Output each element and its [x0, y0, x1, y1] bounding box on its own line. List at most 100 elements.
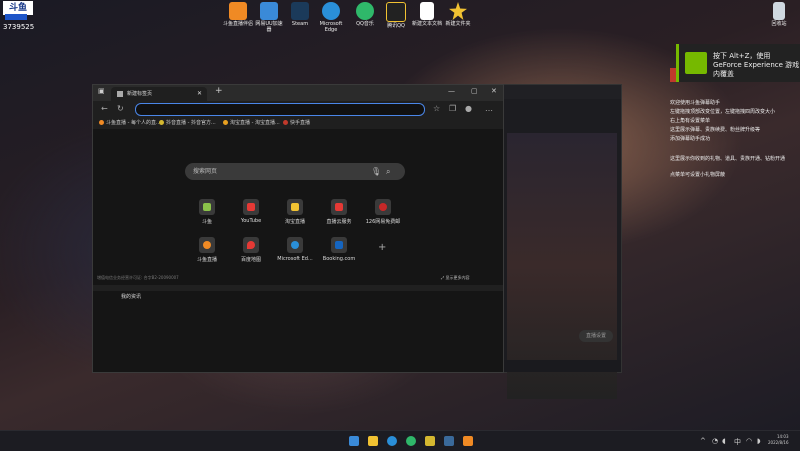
feed-divider: [93, 285, 503, 291]
edge-browser-window[interactable]: ▣ 新建标签页 ✕ + — ▢ ✕ ← ↻ ☆ ❐ ● … 斗鱼直播 - 每个人…: [92, 84, 504, 373]
desktop-icon-label: QQ音乐: [356, 21, 374, 27]
side-line-2: 右上角有设置菜单: [670, 118, 711, 124]
start-icon[interactable]: [349, 436, 359, 446]
side-line-5: 这里展示你收到的礼物、道具、贵族开通、钻粉开通: [670, 156, 786, 162]
quick-link-label: 斗鱼直播: [196, 257, 217, 263]
youtube-icon: [243, 199, 259, 215]
search-icon[interactable]: ⌕: [386, 163, 390, 180]
bookmark-0[interactable]: 斗鱼直播 - 每个人的直...: [99, 119, 161, 126]
desktop-icon-5[interactable]: 腾讯QQ: [381, 2, 411, 29]
file-explorer-icon[interactable]: [368, 436, 378, 446]
bookmark-favicon-icon: [159, 120, 164, 125]
douyu-taskbar-icon[interactable]: [463, 436, 473, 446]
quick-link-0[interactable]: 斗鱼: [187, 199, 227, 225]
tab-new[interactable]: 新建标签页 ✕: [111, 87, 207, 101]
new-tab-page: 搜索网页 🎙 ⌕ 斗鱼 YouTube 淘宝直播 直播云服务 126网易免费邮 …: [93, 129, 503, 372]
quick-link-3[interactable]: 直播云服务: [319, 199, 359, 225]
add-shortcut-icon[interactable]: +: [378, 242, 386, 253]
side-line-3: 这里展示弹幕、贵族续费、粉丝牌升级等: [670, 127, 761, 133]
volume-icon[interactable]: ◖: [722, 437, 726, 445]
live-settings-button[interactable]: 直播设置: [579, 330, 613, 342]
bookmark-label: 快手直播: [290, 120, 311, 126]
desktop-icon-label: 新建文件夹: [445, 21, 471, 27]
quick-link-label: 淘宝直播: [284, 219, 305, 225]
address-bar-row: ← ↻ ☆ ❐ ● …: [93, 101, 503, 117]
tab-title: 新建标签页: [127, 91, 153, 97]
desktop-icon-7[interactable]: 新建文件夹: [443, 2, 473, 27]
close-button[interactable]: ✕: [491, 87, 497, 95]
tray-overflow-icon[interactable]: ^: [700, 437, 706, 445]
new-tab-button[interactable]: +: [215, 86, 223, 96]
edge-taskbar-icon[interactable]: [387, 436, 397, 446]
quick-link-4[interactable]: 126网易免费邮: [363, 199, 403, 225]
profile-icon[interactable]: ●: [465, 104, 472, 113]
quick-link-label: YouTube: [240, 218, 262, 224]
more-menu-icon[interactable]: …: [485, 104, 493, 113]
search-placeholder: 搜索网页: [193, 168, 218, 175]
input-language[interactable]: 中: [734, 437, 741, 447]
desktop-icon-label: 新建文本文档: [412, 21, 443, 27]
map-pin-icon: [243, 237, 259, 253]
desktop-icon-4[interactable]: QQ音乐: [350, 2, 380, 27]
quick-link-5[interactable]: 斗鱼直播: [187, 237, 227, 263]
quick-link-label: 百度地图: [240, 257, 261, 263]
wifi-icon[interactable]: ◠: [746, 437, 752, 445]
desktop-icon-1[interactable]: 网易UU加速器: [254, 2, 284, 33]
clock[interactable]: 14:03 2022/8/16: [768, 434, 789, 446]
network-icon[interactable]: ◔: [712, 437, 718, 445]
quick-link-label: Booking.com: [322, 256, 356, 262]
recycle-bin[interactable]: 回收站: [764, 2, 794, 27]
my-feed-tab[interactable]: 我的资讯: [121, 293, 141, 300]
favorites-star-icon[interactable]: ☆: [433, 104, 440, 113]
side-line-1: 左键拖拽顶部改变位置，左键拖拽四周改变大小: [670, 109, 776, 115]
bookmark-label: 斗鱼直播 - 每个人的直...: [106, 120, 161, 126]
desktop-icon-label: Steam: [291, 21, 309, 27]
desktop-icon-6[interactable]: 新建文本文档: [412, 2, 442, 27]
tab-actions-icon[interactable]: ▣: [98, 87, 105, 95]
douyu-app-icon: [229, 2, 247, 20]
window-titlebar[interactable]: [501, 85, 621, 99]
douyu-logo-bar: [5, 14, 27, 20]
refresh-icon[interactable]: ↻: [117, 104, 124, 113]
toast-text: 按下 Alt+Z，使用 GeForce Experience 游戏内覆盖: [713, 52, 800, 78]
steam-taskbar-icon[interactable]: [444, 436, 454, 446]
booking-icon: [331, 237, 347, 253]
quick-link-7[interactable]: Microsoft Ed...: [275, 237, 315, 262]
desktop-icon-label: Microsoft Edge: [319, 21, 343, 33]
bookmark-2[interactable]: 淘宝直播 - 淘宝直播...: [223, 119, 280, 126]
edge-icon: [287, 237, 303, 253]
maximize-button[interactable]: ▢: [471, 87, 478, 95]
show-more-link[interactable]: ⤢ 显示更多内容: [441, 275, 469, 281]
desktop-icon-0[interactable]: 斗鱼直播伴侣: [223, 2, 253, 27]
quick-link-icon: [199, 237, 215, 253]
quick-link-2[interactable]: 淘宝直播: [275, 199, 315, 225]
close-tab-icon[interactable]: ✕: [197, 87, 202, 101]
tab-favicon-icon: [117, 90, 123, 97]
bookmark-3[interactable]: 快手直播: [283, 119, 310, 126]
quick-link-8[interactable]: Booking.com: [319, 237, 359, 262]
edge-dev-taskbar-icon[interactable]: [406, 436, 416, 446]
quick-link-label: Microsoft Ed...: [277, 256, 313, 262]
geforce-toast[interactable]: 按下 Alt+Z，使用 GeForce Experience 游戏内覆盖: [676, 44, 800, 82]
steam-icon: [291, 2, 309, 20]
bookmark-label: 抖音直播 - 抖音官方...: [166, 120, 216, 126]
live-companion-window[interactable]: 直播设置: [500, 84, 622, 399]
address-input[interactable]: [135, 103, 425, 116]
speaker-icon[interactable]: ◗: [757, 437, 761, 445]
minimize-button[interactable]: —: [448, 87, 455, 95]
qq-icon: [386, 2, 406, 22]
back-icon[interactable]: ←: [101, 104, 108, 113]
quick-link-6[interactable]: 百度地图: [231, 237, 271, 263]
quick-link-icon: [331, 199, 347, 215]
side-line-4: 添加弹幕助手成功: [670, 136, 711, 142]
search-box[interactable]: 搜索网页 🎙 ⌕: [185, 163, 405, 180]
microphone-icon[interactable]: 🎙: [371, 163, 381, 180]
clock-date: 2022/8/16: [768, 440, 789, 445]
collections-icon[interactable]: ❐: [449, 104, 456, 113]
desktop-icon-3[interactable]: Microsoft Edge: [316, 2, 346, 33]
quick-link-icon: [287, 199, 303, 215]
desktop-icon-2[interactable]: Steam: [285, 2, 315, 27]
qq-music-taskbar-icon[interactable]: [425, 436, 435, 446]
bookmark-1[interactable]: 抖音直播 - 抖音官方...: [159, 119, 216, 126]
quick-link-1[interactable]: YouTube: [231, 199, 271, 224]
